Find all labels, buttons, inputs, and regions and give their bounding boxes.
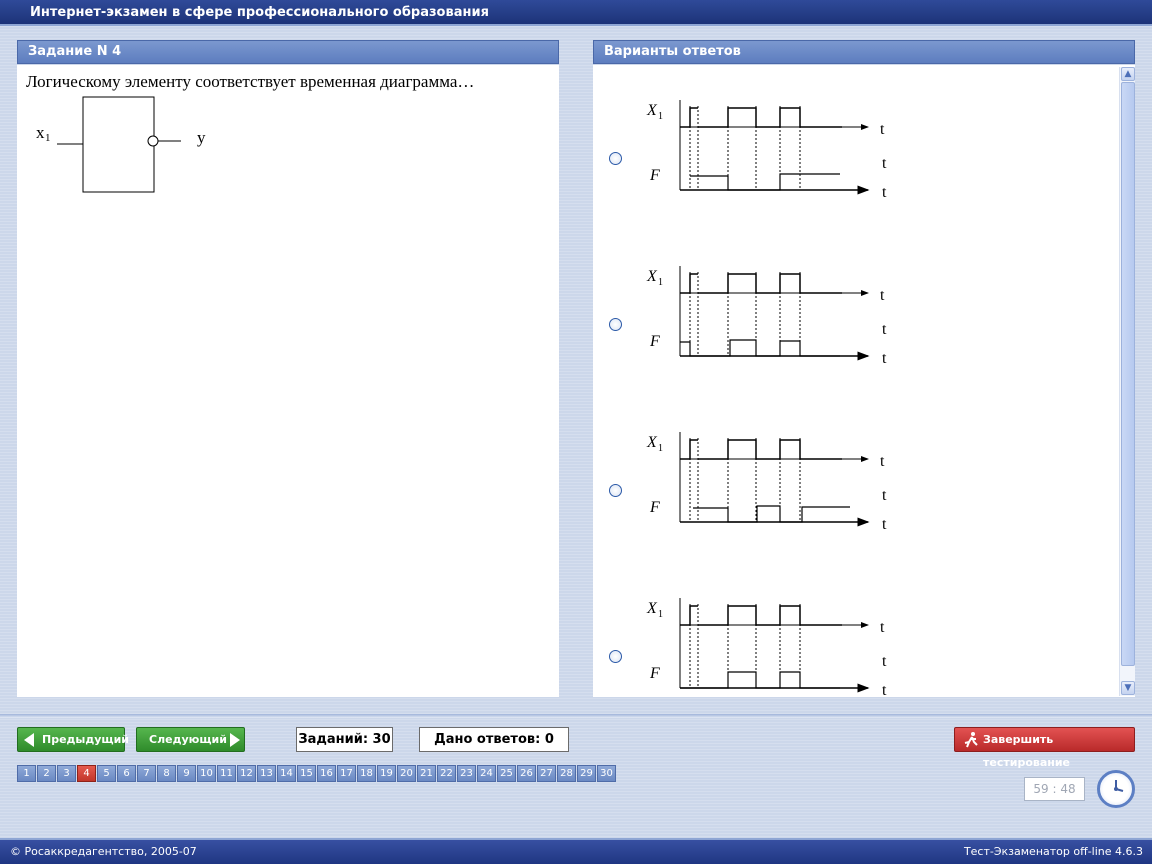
page-button-8[interactable]: 8: [157, 765, 176, 782]
page-button-30[interactable]: 30: [597, 765, 616, 782]
f-label: F: [649, 333, 660, 350]
page-button-17[interactable]: 17: [337, 765, 356, 782]
page-button-24[interactable]: 24: [477, 765, 496, 782]
version-text: Тест-Экзаменатор off-line 4.6.3: [963, 845, 1143, 858]
f-waveform: [693, 505, 850, 523]
f-label: F: [649, 665, 660, 682]
finish-test-button[interactable]: Завершить тестирование: [954, 727, 1135, 769]
footer: © Росаккредагентство, 2005-07 Тест-Экзам…: [0, 838, 1152, 864]
timing-labels-3: X 1Fttt: [646, 434, 887, 533]
t-label-x: t: [880, 619, 885, 636]
scrollbar-thumb[interactable]: [1121, 82, 1135, 666]
page-button-6[interactable]: 6: [117, 765, 136, 782]
f-label: F: [649, 167, 660, 184]
arrow-left-icon: [24, 733, 34, 747]
tasks-total-counter: Заданий: 30: [296, 727, 393, 752]
timer: 59 : 48: [1024, 777, 1085, 801]
timing-diagram-2: [679, 266, 870, 361]
clock-icon: [1097, 770, 1135, 808]
page-button-2[interactable]: 2: [37, 765, 56, 782]
x1-waveform: [680, 605, 842, 626]
t-label-mid: t: [882, 653, 887, 670]
page-button-10[interactable]: 10: [197, 765, 216, 782]
previous-button[interactable]: Предыдущий: [17, 727, 129, 752]
x1-subscript: 1: [658, 277, 663, 288]
page-button-22[interactable]: 22: [437, 765, 456, 782]
page-button-29[interactable]: 29: [577, 765, 596, 782]
page-button-21[interactable]: 21: [417, 765, 436, 782]
page-button-20[interactable]: 20: [397, 765, 416, 782]
t-label-f: t: [882, 350, 887, 367]
f-waveform: [680, 671, 840, 689]
page-button-5[interactable]: 5: [97, 765, 116, 782]
bottom-separator: [0, 714, 1152, 718]
x1-label: X: [646, 434, 658, 451]
timing-labels-2: X 1Fttt: [646, 268, 887, 367]
page-button-14[interactable]: 14: [277, 765, 296, 782]
page-button-3[interactable]: 3: [57, 765, 76, 782]
timing-diagram-4: [679, 598, 870, 693]
finish-test-label: Завершить тестирование: [983, 733, 1071, 769]
answers-given-counter: Дано ответов: 0: [419, 727, 569, 752]
page-button-13[interactable]: 13: [257, 765, 276, 782]
x1-label: X: [646, 600, 658, 617]
page-button-4[interactable]: 4: [77, 765, 96, 782]
page-button-16[interactable]: 16: [317, 765, 336, 782]
page-button-12[interactable]: 12: [237, 765, 256, 782]
timing-diagram-3: [679, 432, 870, 527]
x1-label: X: [646, 102, 658, 119]
x1-subscript: 1: [658, 111, 663, 122]
timing-labels-4: X 1Fttt: [646, 600, 887, 699]
page-button-26[interactable]: 26: [517, 765, 536, 782]
t-label-f: t: [882, 516, 887, 533]
page-button-27[interactable]: 27: [537, 765, 556, 782]
arrow-right-icon: [230, 733, 240, 747]
timing-diagram-1: [679, 100, 870, 195]
t-label-mid: t: [882, 155, 887, 172]
t-label-f: t: [882, 682, 887, 699]
page-button-11[interactable]: 11: [217, 765, 236, 782]
scroll-down-icon[interactable]: ▼: [1121, 681, 1135, 695]
f-waveform: [680, 339, 840, 357]
t-label-mid: t: [882, 487, 887, 504]
page-button-1[interactable]: 1: [17, 765, 36, 782]
timing-labels-1: X 1Fttt: [646, 102, 887, 201]
page-button-19[interactable]: 19: [377, 765, 396, 782]
page-button-18[interactable]: 18: [357, 765, 376, 782]
running-man-icon: [964, 732, 978, 748]
f-waveform: [690, 173, 840, 191]
x1-subscript: 1: [658, 443, 663, 454]
x1-label: X: [646, 268, 658, 285]
x1-subscript: 1: [658, 609, 663, 620]
page-button-23[interactable]: 23: [457, 765, 476, 782]
t-label-x: t: [880, 121, 885, 138]
f-label: F: [649, 499, 660, 516]
page-button-7[interactable]: 7: [137, 765, 156, 782]
x1-waveform: [680, 439, 842, 460]
copyright-text: © Росаккредагентство, 2005-07: [10, 845, 197, 858]
page-button-28[interactable]: 28: [557, 765, 576, 782]
answers-scrollbar[interactable]: ▲ ▼: [1119, 67, 1135, 696]
x1-waveform: [680, 107, 842, 128]
next-button-label: Следующий: [149, 733, 227, 746]
t-label-f: t: [882, 184, 887, 201]
t-label-mid: t: [882, 321, 887, 338]
previous-button-label: Предыдущий: [42, 733, 130, 746]
t-label-x: t: [880, 453, 885, 470]
next-button[interactable]: Следующий: [136, 727, 245, 752]
scroll-up-icon[interactable]: ▲: [1121, 67, 1135, 81]
page-button-9[interactable]: 9: [177, 765, 196, 782]
t-label-x: t: [880, 287, 885, 304]
page-button-15[interactable]: 15: [297, 765, 316, 782]
x1-waveform: [680, 273, 842, 294]
page-button-25[interactable]: 25: [497, 765, 516, 782]
